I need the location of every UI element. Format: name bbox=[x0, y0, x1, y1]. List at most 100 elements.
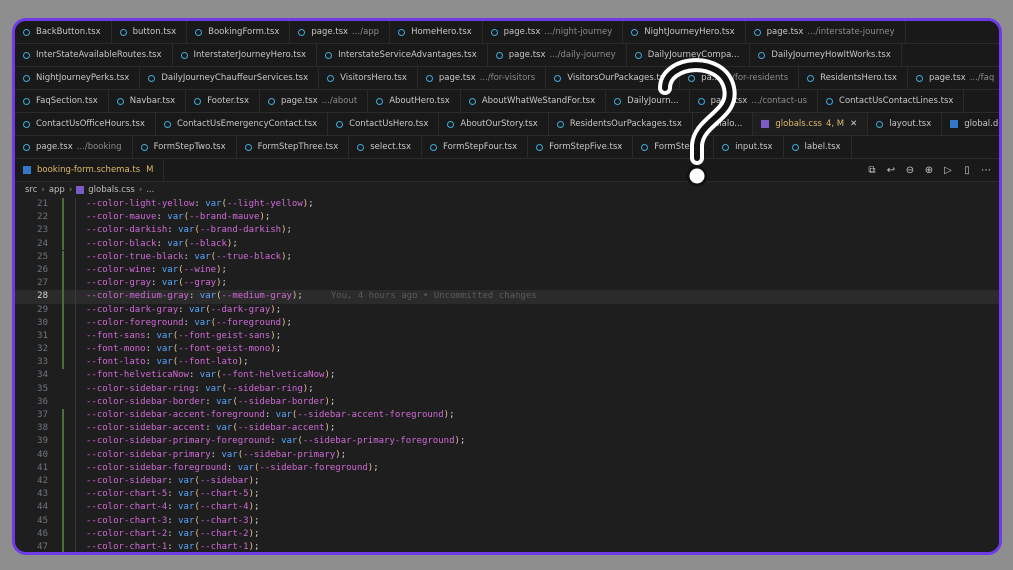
code-line: 36 --color-sidebar-border: var(--sidebar-… bbox=[15, 395, 999, 409]
indent-guide bbox=[75, 211, 76, 225]
line-number: 37 bbox=[37, 410, 48, 420]
editor-tab[interactable]: DailyJourneyHowItWorks.tsx bbox=[750, 44, 902, 66]
line-number: 29 bbox=[37, 304, 48, 315]
split-editor-icon[interactable]: ▯ bbox=[962, 165, 972, 176]
editor-tab[interactable]: AboutWhatWeStandFor.tsx bbox=[461, 90, 607, 112]
tab-description: .../interstate-journey bbox=[807, 27, 895, 37]
code-line: 40 --color-sidebar-primary: var(--sidebar… bbox=[15, 448, 999, 462]
code-text: --font-helveticaNow: var(--font-helvetic… bbox=[86, 370, 336, 381]
editor-tab[interactable]: FormStepFive.tsx bbox=[528, 136, 634, 158]
editor-tab[interactable]: FormStepTwo.tsx bbox=[133, 136, 237, 158]
editor-tab[interactable]: ResidentsHero.tsx bbox=[799, 67, 908, 89]
editor-tab[interactable]: HomeHero.tsx bbox=[390, 21, 483, 43]
line-number: 33 bbox=[37, 357, 48, 368]
tab-label: layout.tsx bbox=[889, 119, 932, 129]
react-icon bbox=[495, 51, 503, 59]
editor-tab[interactable]: page.tsx .../for-visitors bbox=[418, 67, 547, 89]
react-icon bbox=[194, 97, 202, 105]
code-text: --color-chart-2: var(--chart-2); bbox=[86, 528, 260, 539]
editor-tab[interactable]: globals.css 4, M ✕ bbox=[753, 113, 869, 135]
indent-guide bbox=[75, 409, 76, 423]
code-text: --color-black: var(--black); bbox=[86, 238, 238, 249]
editor-tab[interactable]: InterstaterJourneyHero.tsx bbox=[173, 44, 318, 66]
editor-tab[interactable]: FormStepFour.tsx bbox=[422, 136, 529, 158]
editor-tab[interactable]: page.tsx .../daily-journey bbox=[488, 44, 627, 66]
code-line: 47 --color-chart-1: var(--chart-1); bbox=[15, 540, 999, 552]
git-change-marker[interactable] bbox=[62, 250, 64, 369]
git-change-marker[interactable] bbox=[62, 409, 64, 552]
editor-tab[interactable]: select.tsx bbox=[349, 136, 422, 158]
editor-tab[interactable]: InterstateServiceAdvantages.tsx bbox=[317, 44, 488, 66]
code-line: 21 --color-light-yellow: var(--light-yell… bbox=[15, 198, 999, 212]
editor-tab[interactable]: page.tsx .../night-journey bbox=[483, 21, 624, 43]
breadcrumb-symbol[interactable]: ... bbox=[146, 185, 154, 195]
close-icon[interactable]: ✕ bbox=[850, 119, 857, 129]
tab-row: FaqSection.tsx Navbar.tsx Footer.tsx page.t… bbox=[15, 90, 999, 113]
editor-tab[interactable]: page.tsx .../about bbox=[260, 90, 369, 112]
editor-tab[interactable]: NightJourneyHero.tsx bbox=[623, 21, 746, 43]
tab-label: InterstateServiceAdvantages.tsx bbox=[338, 50, 477, 60]
editor-tab[interactable]: DailyJourneyChauffeurServices.tsx bbox=[140, 67, 320, 89]
go-back-icon[interactable]: ↩ bbox=[886, 165, 896, 176]
question-mark-icon bbox=[658, 58, 737, 187]
react-icon bbox=[23, 120, 30, 128]
editor-tab[interactable]: page.tsx .../booking bbox=[15, 136, 133, 158]
code-line: 34 --font-helveticaNow: var(--font-helvet… bbox=[15, 369, 999, 383]
editor-tab[interactable]: page.tsx .../app bbox=[290, 21, 391, 43]
code-editor[interactable]: 21 --color-light-yellow: var(--light-yell… bbox=[15, 198, 999, 552]
line-number: 21 bbox=[37, 199, 48, 209]
react-icon bbox=[753, 28, 761, 36]
editor-tab[interactable]: global.d.ts bbox=[942, 113, 999, 135]
code-text: --color-sidebar-accent: var(--sidebar-ac… bbox=[86, 423, 336, 434]
editor-tab[interactable]: ContactUsHero.tsx bbox=[328, 113, 440, 135]
code-text: --font-sans: var(--font-geist-sans); bbox=[86, 330, 282, 341]
editor-tab[interactable]: BookingForm.tsx bbox=[187, 21, 291, 43]
indent-guide bbox=[75, 316, 76, 330]
editor-tab[interactable]: button.tsx bbox=[112, 21, 188, 43]
editor-tab[interactable]: Footer.tsx bbox=[186, 90, 260, 112]
editor-tab[interactable]: page.tsx .../interstate-journey bbox=[746, 21, 906, 43]
editor-tab[interactable]: ContactUsEmergencyContact.tsx bbox=[156, 113, 329, 135]
editor-tab[interactable]: AboutHero.tsx bbox=[368, 90, 461, 112]
editor-tab[interactable]: Navbar.tsx bbox=[109, 90, 187, 112]
compare-icon[interactable]: ⧉ bbox=[867, 165, 877, 176]
tab-row: InterStateAvailableRoutes.tsx Interstater… bbox=[15, 44, 999, 67]
editor-tab[interactable]: ContactUsOfficeHours.tsx bbox=[15, 113, 156, 135]
line-number: 30 bbox=[37, 317, 48, 328]
breadcrumb-app[interactable]: app bbox=[49, 185, 65, 195]
editor-tab[interactable]: label.tsx bbox=[784, 136, 852, 158]
editor-tab[interactable]: FaqSection.tsx bbox=[15, 90, 109, 112]
editor-tab[interactable]: AboutOurStory.tsx bbox=[439, 113, 549, 135]
tab-label: AboutWhatWeStandFor.tsx bbox=[481, 96, 596, 106]
next-change-icon[interactable]: ⊕ bbox=[924, 165, 934, 176]
git-change-marker[interactable] bbox=[62, 198, 64, 250]
run-icon[interactable]: ▷ bbox=[943, 165, 953, 176]
line-number: 46 bbox=[37, 528, 48, 539]
tab-label: InterStateAvailableRoutes.tsx bbox=[36, 50, 162, 60]
react-icon bbox=[298, 28, 306, 36]
breadcrumb-src[interactable]: src bbox=[25, 185, 37, 195]
editor-tab[interactable]: InterStateAvailableRoutes.tsx bbox=[15, 44, 173, 66]
tab-label: label.tsx bbox=[804, 142, 841, 152]
editor-tab[interactable]: ContactUsContactLines.tsx bbox=[818, 90, 965, 112]
editor-tab[interactable]: page.tsx .../faq bbox=[908, 67, 999, 89]
react-icon bbox=[119, 28, 127, 36]
editor-tab[interactable]: BackButton.tsx bbox=[15, 21, 112, 43]
editor-tab[interactable]: FormStepThree.tsx bbox=[237, 136, 350, 158]
code-line: 45 --color-chart-3: var(--chart-3); bbox=[15, 514, 999, 528]
tab-label: ResidentsHero.tsx bbox=[820, 73, 897, 83]
more-actions-icon[interactable]: ⋯ bbox=[981, 165, 991, 176]
react-icon bbox=[554, 74, 562, 82]
breadcrumb-file[interactable]: globals.css bbox=[88, 185, 135, 195]
tab-description: .../for-visitors bbox=[479, 73, 536, 83]
indent-guide bbox=[75, 422, 76, 436]
tab-booking-form-schema[interactable]: booking-form.schema.ts M bbox=[15, 159, 165, 181]
editor-tab[interactable]: NightJourneyPerks.tsx bbox=[15, 67, 141, 89]
editor-tab[interactable]: layout.tsx bbox=[868, 113, 943, 135]
tab-label: FaqSection.tsx bbox=[36, 96, 98, 106]
editor-tab[interactable]: VisitorsHero.tsx bbox=[319, 67, 418, 89]
line-number: 26 bbox=[37, 264, 48, 275]
react-icon bbox=[425, 74, 433, 82]
ts-icon bbox=[950, 120, 959, 128]
prev-change-icon[interactable]: ⊖ bbox=[905, 165, 915, 176]
